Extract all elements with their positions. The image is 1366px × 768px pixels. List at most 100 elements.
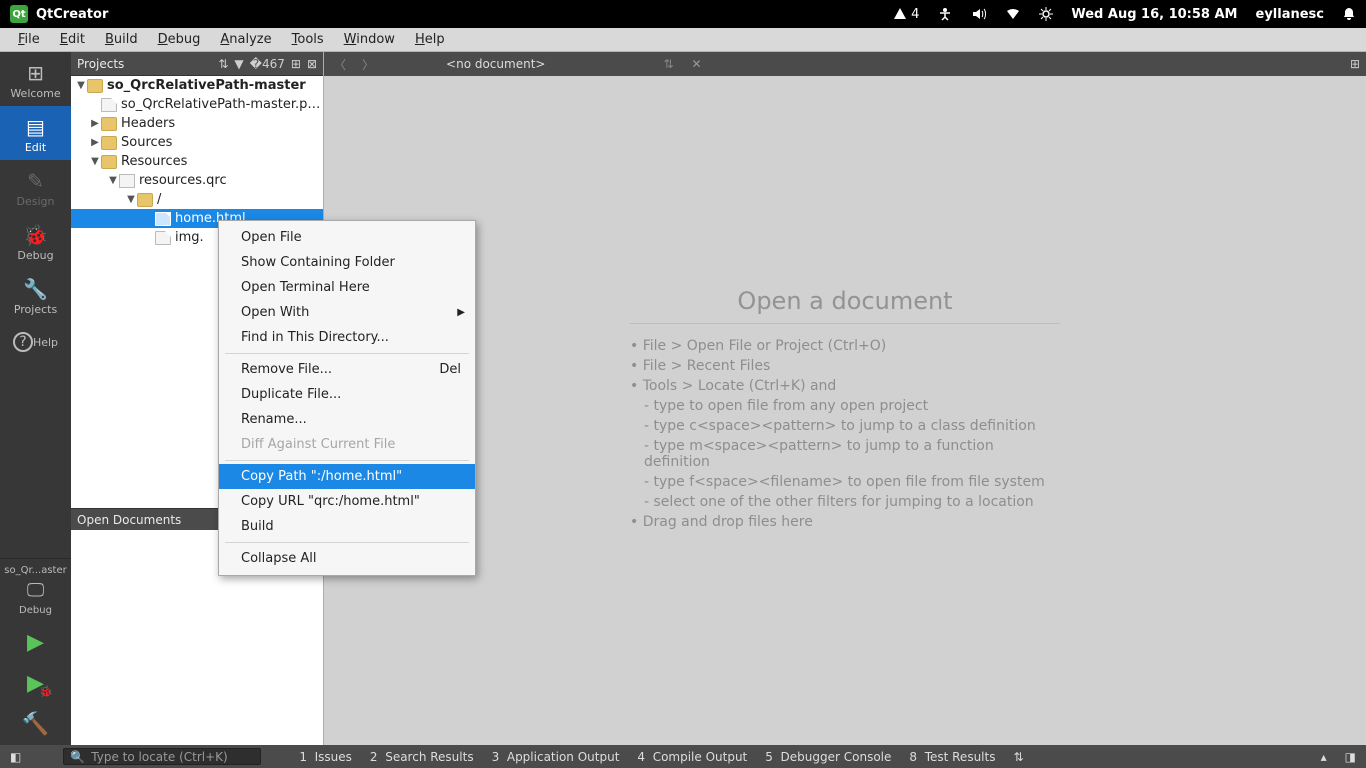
pane-test-results[interactable]: 8 Test Results: [905, 750, 999, 764]
clock[interactable]: Wed Aug 16, 10:58 AM: [1071, 7, 1237, 22]
hint-item: Drag and drop files here: [630, 514, 1060, 530]
menu-file[interactable]: File: [8, 32, 50, 47]
tree-pro-file[interactable]: so_QrcRelativePath-master.p…: [71, 95, 323, 114]
hint-item: File > Open File or Project (Ctrl+O): [630, 338, 1060, 354]
tree-sources[interactable]: ▶Sources: [71, 133, 323, 152]
mode-edit[interactable]: ▤Edit: [0, 106, 71, 160]
wifi-icon[interactable]: [1005, 8, 1021, 20]
hint-subitem: type c<space><pattern> to jump to a clas…: [630, 418, 1060, 434]
pane-issues[interactable]: 1 Issues: [295, 750, 356, 764]
menu-debug[interactable]: Debug: [148, 32, 211, 47]
kit-config-label: Debug: [0, 605, 71, 616]
context-menu-item[interactable]: Rename...: [219, 407, 475, 432]
file-icon: [155, 231, 171, 245]
mode-projects[interactable]: 🔧Projects: [0, 268, 71, 322]
hint-subitem: type to open file from any open project: [630, 398, 1060, 414]
pane-compile-output[interactable]: 4 Compile Output: [633, 750, 751, 764]
context-menu-label: Rename...: [241, 412, 307, 427]
placeholder-hints: File > Open File or Project (Ctrl+O) Fil…: [630, 338, 1060, 534]
context-menu-item[interactable]: Find in This Directory...: [219, 325, 475, 350]
pane-debugger-console[interactable]: 5 Debugger Console: [761, 750, 895, 764]
projects-title: Projects: [77, 57, 218, 71]
close-doc-button[interactable]: ✕: [692, 57, 702, 71]
context-menu-item[interactable]: Copy URL "qrc:/home.html": [219, 489, 475, 514]
context-menu-label: Duplicate File...: [241, 387, 341, 402]
pane-application-output[interactable]: 3 Application Output: [488, 750, 624, 764]
context-menu-item: Diff Against Current File: [219, 432, 475, 457]
notifications-icon[interactable]: [1342, 7, 1356, 21]
hint-subitem: type m<space><pattern> to jump to a func…: [630, 438, 1060, 470]
nav-forward-button[interactable]: 〉: [358, 56, 378, 73]
context-menu: Open File Show Containing Folder Open Term…: [218, 220, 476, 576]
pane-search-results[interactable]: 2 Search Results: [366, 750, 478, 764]
split-horizontal-icon[interactable]: ⊞: [1350, 57, 1360, 71]
monitor-icon: 🖵: [0, 580, 71, 601]
network-count: 4: [911, 7, 919, 22]
context-menu-item[interactable]: Open File: [219, 225, 475, 250]
menu-help[interactable]: Help: [405, 32, 455, 47]
menu-analyze[interactable]: Analyze: [210, 32, 281, 47]
context-menu-separator: [225, 460, 469, 461]
menu-edit[interactable]: Edit: [50, 32, 95, 47]
accessibility-icon[interactable]: [937, 7, 953, 21]
panes-dropdown-icon[interactable]: ⇅: [1009, 750, 1027, 764]
settings-gear-icon[interactable]: [1039, 7, 1053, 21]
context-menu-item[interactable]: Open With▶: [219, 300, 475, 325]
add-split-icon[interactable]: ⊞: [291, 57, 301, 71]
context-menu-item[interactable]: Duplicate File...: [219, 382, 475, 407]
output-expand-icon[interactable]: ▴: [1317, 750, 1331, 764]
projects-panel-header: Projects ⇅ ▼ �467 ⊞ ⊠: [71, 52, 323, 76]
run-debug-button[interactable]: ▶🐞: [0, 663, 71, 704]
build-button[interactable]: 🔨: [0, 704, 71, 745]
network-indicator[interactable]: 4: [893, 7, 919, 22]
mode-label: Help: [33, 336, 58, 349]
mode-help[interactable]: ?Help: [0, 322, 71, 361]
context-menu-item[interactable]: Copy Path ":/home.html": [219, 464, 475, 489]
context-menu-item[interactable]: Build: [219, 514, 475, 539]
locator-input[interactable]: 🔍 Type to locate (Ctrl+K): [63, 748, 261, 765]
dropdown-icon[interactable]: ⇅: [218, 57, 228, 71]
tree-project-root[interactable]: ▼so_QrcRelativePath-master: [71, 76, 323, 95]
tree-label: Sources: [121, 135, 172, 150]
file-icon: [155, 212, 171, 226]
run-button[interactable]: ▶: [0, 622, 71, 663]
mode-label: Projects: [14, 303, 57, 316]
tree-label: so_QrcRelativePath-master.p…: [121, 97, 320, 112]
mode-debug[interactable]: 🐞Debug: [0, 214, 71, 268]
context-menu-item[interactable]: Show Containing Folder: [219, 250, 475, 275]
filter-icon[interactable]: ▼: [234, 57, 243, 71]
folder-icon: [101, 136, 117, 150]
context-menu-item[interactable]: Collapse All: [219, 546, 475, 571]
locator-placeholder: Type to locate (Ctrl+K): [91, 750, 227, 764]
folder-icon: [101, 155, 117, 169]
toggle-right-sidebar-button[interactable]: ◨: [1341, 750, 1360, 764]
mode-design[interactable]: ✎ Design: [0, 160, 71, 214]
dropdown-icon[interactable]: ⇅: [663, 57, 673, 71]
tree-resources[interactable]: ▼Resources: [71, 152, 323, 171]
nav-back-button[interactable]: 〈: [330, 56, 350, 73]
menu-tools[interactable]: Tools: [282, 32, 334, 47]
toggle-sidebar-button[interactable]: ◧: [6, 750, 25, 764]
close-panel-icon[interactable]: ⊠: [307, 57, 317, 71]
kit-selector[interactable]: so_Qr...aster 🖵 Debug: [0, 558, 71, 622]
tree-headers[interactable]: ▶Headers: [71, 114, 323, 133]
mode-label: Design: [17, 195, 55, 208]
search-icon: 🔍: [70, 750, 85, 764]
mode-welcome[interactable]: ⊞Welcome: [0, 52, 71, 106]
tree-prefix[interactable]: ▼/: [71, 190, 323, 209]
menu-window[interactable]: Window: [334, 32, 405, 47]
menu-build[interactable]: Build: [95, 32, 148, 47]
volume-icon[interactable]: [971, 7, 987, 21]
mode-label: Edit: [25, 141, 46, 154]
user-menu[interactable]: eyllanesc: [1256, 7, 1325, 22]
pencil-icon: ✎: [0, 170, 71, 192]
context-menu-item[interactable]: Remove File...Del: [219, 357, 475, 382]
context-menu-label: Show Containing Folder: [241, 255, 395, 270]
help-icon: ?: [13, 332, 33, 352]
document-selector[interactable]: <no document>: [446, 57, 545, 71]
context-menu-label: Copy Path ":/home.html": [241, 469, 402, 484]
context-menu-item[interactable]: Open Terminal Here: [219, 275, 475, 300]
tree-qrc[interactable]: ▼resources.qrc: [71, 171, 323, 190]
context-menu-label: Find in This Directory...: [241, 330, 389, 345]
link-icon[interactable]: �467: [250, 57, 285, 71]
